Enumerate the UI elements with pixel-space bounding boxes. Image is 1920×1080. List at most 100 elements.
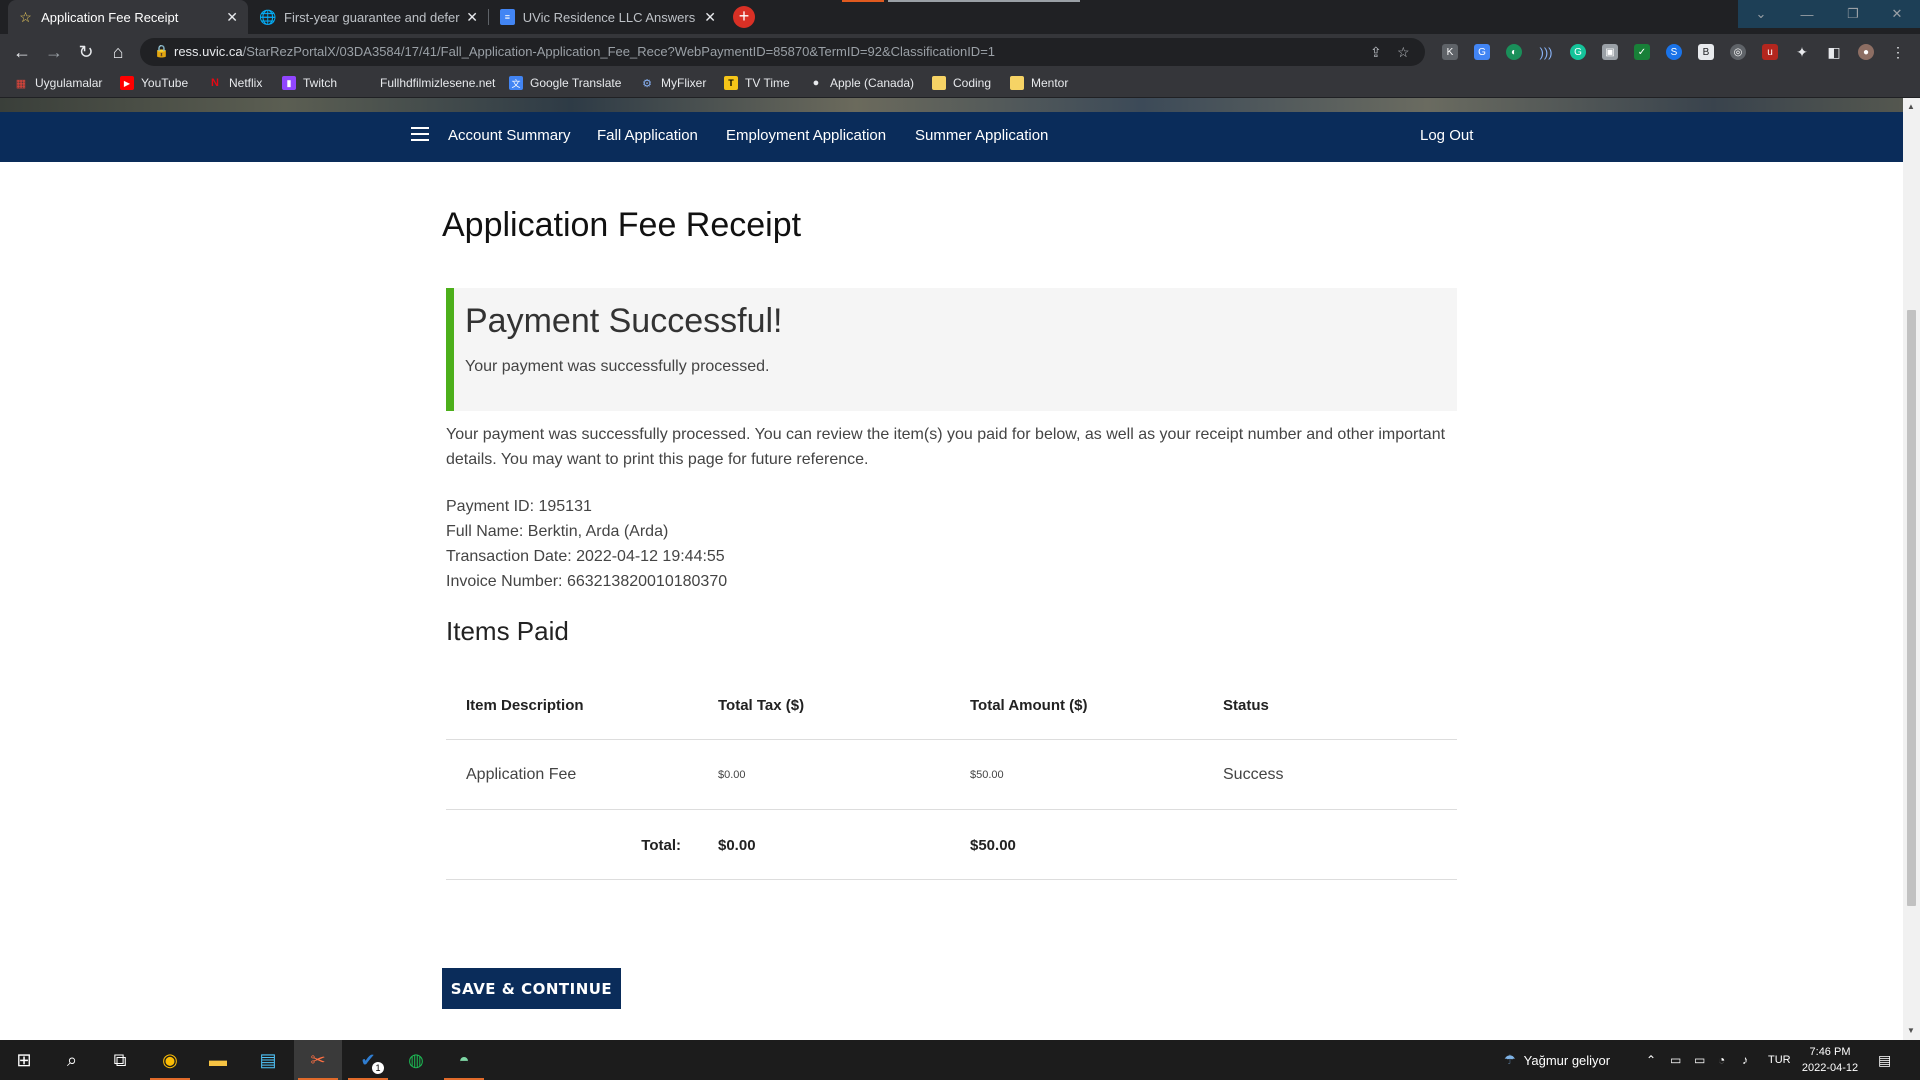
bookmark-fullhdfilmizlesene[interactable]: Fullhdfilmizlesene.net (359, 76, 495, 90)
close-tab-icon[interactable]: ✕ (704, 9, 716, 26)
extension-square-icon[interactable]: ▣ (1602, 44, 1618, 60)
extension-circle-icon[interactable]: ◐ (1506, 44, 1522, 60)
nav-log-out[interactable]: Log Out (1420, 127, 1473, 144)
close-tab-icon[interactable]: ✕ (466, 9, 478, 26)
bookmark-netflix[interactable]: N Netflix (208, 76, 262, 90)
file-explorer-taskbar-icon[interactable]: ▬ (194, 1040, 242, 1080)
spotify-taskbar-icon[interactable]: ◍ (392, 1040, 440, 1080)
bookmark-apps[interactable]: ▦ Uygulamalar (14, 76, 103, 90)
lock-icon[interactable]: 🔒 (154, 44, 169, 58)
item-tax: $0.00 (718, 769, 746, 781)
minimize-icon[interactable]: — (1784, 0, 1830, 28)
task-view-icon[interactable]: ⧉ (96, 1040, 144, 1080)
forward-icon[interactable]: → (40, 38, 68, 66)
battery-icon[interactable]: ▭ (1694, 1040, 1705, 1080)
tray-chevron-icon[interactable]: ⌃ (1646, 1040, 1656, 1080)
store-taskbar-icon[interactable]: ▤ (244, 1040, 292, 1080)
save-continue-button[interactable]: SAVE & CONTINUE (442, 968, 621, 1009)
new-tab-button[interactable]: + (733, 6, 755, 28)
header-banner-image (0, 98, 1903, 112)
bookmark-myflixer[interactable]: ⚙ MyFlixer (640, 76, 706, 90)
snipping-tool-taskbar-icon[interactable]: ✂ (294, 1040, 342, 1080)
bookmark-label: Uygulamalar (35, 76, 103, 90)
item-amount: $50.00 (970, 769, 1004, 781)
language-indicator[interactable]: TUR (1768, 1040, 1791, 1080)
hamburger-menu-icon[interactable] (411, 127, 429, 141)
notifications-icon[interactable]: ▤ (1878, 1040, 1891, 1080)
close-window-icon[interactable]: ✕ (1874, 0, 1920, 28)
items-paid-heading: Items Paid (446, 616, 569, 646)
netflix-icon: N (211, 77, 219, 89)
weather-widget[interactable]: ☂ Yağmur geliyor (1504, 1040, 1610, 1080)
bookmark-star-icon[interactable]: ☆ (1397, 44, 1410, 61)
clock-time: 7:46 PM (1809, 1046, 1851, 1058)
read-aloud-extension-icon[interactable]: ))) (1538, 44, 1554, 60)
windows-start-icon[interactable]: ⊞ (0, 1040, 48, 1080)
chrome-menu-icon[interactable]: ⋮ (1890, 44, 1906, 60)
volume-icon[interactable]: ♪ (1742, 1040, 1748, 1080)
payment-details: Payment ID: 195131 Full Name: Berktin, A… (446, 494, 727, 594)
weather-text: Yağmur geliyor (1523, 1052, 1611, 1068)
bookmark-label: Coding (953, 76, 992, 90)
bookmarks-bar: ▦ Uygulamalar ▶ YouTube N Netflix ▮ Twitch F… (0, 70, 1920, 98)
side-panel-icon[interactable]: ◧ (1826, 44, 1842, 60)
tab-application-fee-receipt[interactable]: ☆ Application Fee Receipt ✕ (8, 0, 248, 34)
page-viewport: Account Summary Fall Application Employm… (0, 98, 1903, 1040)
close-tab-icon[interactable]: ✕ (226, 9, 238, 26)
tab-separator (488, 9, 489, 25)
notification-badge: 1 (372, 1062, 384, 1074)
bookmark-folder-mentor[interactable]: Mentor (1010, 76, 1068, 90)
bookmark-label: YouTube (141, 76, 189, 90)
ublock-extension-icon[interactable]: u (1762, 44, 1778, 60)
bookmark-folder-coding[interactable]: Coding (932, 76, 991, 90)
items-paid-table: Item Description Total Tax ($) Total Amo… (446, 670, 1457, 880)
tab-first-year-guarantee[interactable]: 🌐 First-year guarantee and deferral ✕ (250, 0, 488, 34)
address-bar[interactable]: 🔒 ress.uvic.ca/StarRezPortalX/03DA3584/1… (140, 38, 1425, 66)
nav-employment-application[interactable]: Employment Application (726, 127, 886, 144)
tray-device-icon[interactable]: ▭ (1670, 1040, 1681, 1080)
page-scrollbar[interactable]: ▲ ▼ (1903, 98, 1920, 1040)
bookmark-twitch[interactable]: ▮ Twitch (282, 76, 337, 90)
extensions-puzzle-icon[interactable]: ✦ (1794, 44, 1810, 60)
bookmark-google-translate[interactable]: 文 Google Translate (509, 76, 621, 90)
todo-taskbar-icon[interactable]: ✔ 1 (344, 1040, 392, 1080)
extension-k-icon[interactable]: K (1442, 44, 1458, 60)
url-text: ress.uvic.ca/StarRezPortalX/03DA3584/17/… (174, 44, 995, 59)
reload-icon[interactable]: ↻ (72, 38, 100, 66)
full-name: Full Name: Berktin, Arda (Arda) (446, 523, 669, 540)
bookmark-tv-time[interactable]: T TV Time (724, 76, 790, 90)
extra-app-taskbar-icon[interactable]: ◓ (440, 1040, 488, 1080)
nav-account-summary[interactable]: Account Summary (448, 127, 571, 144)
grammarly-extension-icon[interactable]: G (1570, 44, 1586, 60)
restore-icon[interactable]: ❐ (1830, 0, 1876, 28)
column-header-total-amount: Total Amount ($) (970, 696, 1088, 714)
search-icon[interactable]: ⌕ (48, 1040, 96, 1080)
tab-search-icon[interactable]: ⌄ (1738, 0, 1784, 28)
translate-extension-icon[interactable]: G (1474, 44, 1490, 60)
scrollbar-thumb[interactable] (1907, 310, 1916, 906)
shazam-extension-icon[interactable]: S (1666, 44, 1682, 60)
scroll-down-icon[interactable]: ▼ (1907, 1026, 1915, 1035)
wifi-icon[interactable]: ◔ (1718, 1040, 1725, 1080)
home-icon[interactable]: ⌂ (104, 38, 132, 66)
chrome-taskbar-icon[interactable]: ◉ (146, 1040, 194, 1080)
bookmark-youtube[interactable]: ▶ YouTube (120, 76, 188, 90)
nav-summer-application[interactable]: Summer Application (915, 127, 1048, 144)
share-icon[interactable]: ⇪ (1370, 44, 1382, 61)
nav-fall-application[interactable]: Fall Application (597, 127, 698, 144)
table-header-row: Item Description Total Tax ($) Total Amo… (446, 670, 1457, 740)
tab-title: UVic Residence LLC Answers - Go (522, 9, 698, 25)
tab-uvic-residence-answers[interactable]: ≡ UVic Residence LLC Answers - Go ✕ (490, 0, 726, 34)
extension-b-icon[interactable]: B (1698, 44, 1714, 60)
profile-avatar-icon[interactable]: ● (1858, 44, 1874, 60)
extension-search-icon[interactable]: ◎ (1730, 44, 1746, 60)
bookmark-apple-canada[interactable]: ● Apple (Canada) (809, 76, 914, 90)
back-icon[interactable]: ← (8, 38, 36, 66)
docs-favicon-icon: ≡ (500, 9, 515, 25)
browser-toolbar: ← → ↻ ⌂ 🔒 ress.uvic.ca/StarRezPortalX/03… (0, 34, 1920, 70)
system-clock[interactable]: 7:46 PM 2022-04-12 (1790, 1044, 1870, 1076)
total-amount: $50.00 (970, 836, 1016, 854)
apps-grid-icon: ▦ (15, 77, 27, 90)
scroll-up-icon[interactable]: ▲ (1907, 102, 1915, 111)
shield-extension-icon[interactable]: ✓ (1634, 44, 1650, 60)
